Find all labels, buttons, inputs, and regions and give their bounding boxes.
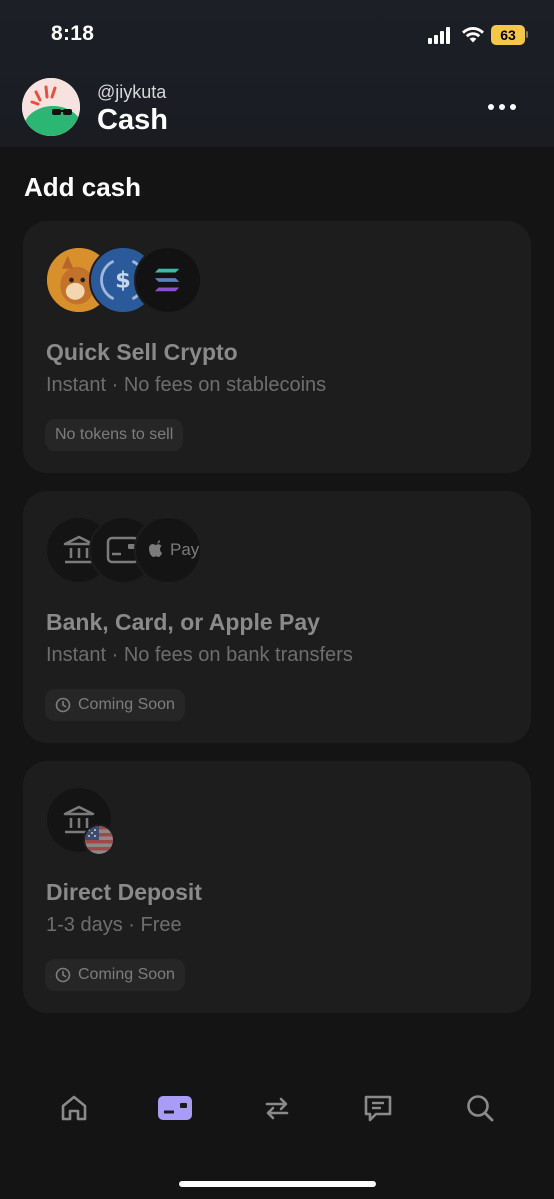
card-subtitle: Instant · No fees on stablecoins xyxy=(46,374,327,396)
tab-search[interactable] xyxy=(460,1088,500,1128)
status-badge-label: Coming Soon xyxy=(78,696,175,713)
battery-indicator: 63 xyxy=(491,25,525,45)
solana-icon xyxy=(134,246,202,314)
card-subtitle: Instant · No fees on bank transfers xyxy=(46,644,353,666)
us-flag-icon xyxy=(83,824,115,856)
apple-pay-label: Pay xyxy=(170,540,200,559)
page-title: Cash xyxy=(97,104,168,136)
section-title: Add cash xyxy=(24,172,142,202)
status-badge: Coming Soon xyxy=(45,959,185,991)
more-options-button[interactable] xyxy=(482,94,522,120)
status-badge-label: Coming Soon xyxy=(78,966,175,983)
search-icon xyxy=(467,1095,494,1122)
home-indicator[interactable] xyxy=(179,1181,376,1187)
tab-home[interactable] xyxy=(54,1088,94,1128)
username: @jiykuta xyxy=(97,82,167,102)
status-badge: No tokens to sell xyxy=(45,419,184,451)
battery-cap xyxy=(526,31,528,38)
quick-sell-crypto-card[interactable]: $ Quick Sell Crypto Instant · No fees on… xyxy=(23,221,531,473)
card-title: Quick Sell Crypto xyxy=(46,339,238,365)
tab-swap[interactable] xyxy=(257,1088,297,1128)
svg-text:$: $ xyxy=(115,268,131,294)
avatar-character-icon xyxy=(22,78,80,136)
tab-messages[interactable] xyxy=(358,1088,398,1128)
swap-icon xyxy=(265,1097,289,1120)
cellular-signal-icon xyxy=(428,27,454,44)
status-badge-label: No tokens to sell xyxy=(55,426,174,443)
status-time: 8:18 xyxy=(51,22,95,45)
clock-icon xyxy=(55,967,71,983)
card-title: Bank, Card, or Apple Pay xyxy=(46,609,320,635)
header-area: 8:18 63 @jiykuta Cash xyxy=(0,0,554,147)
card-subtitle: 1-3 days · Free xyxy=(46,914,182,936)
bottom-tab-bar xyxy=(0,1080,554,1140)
avatar[interactable] xyxy=(22,78,80,136)
clock-icon xyxy=(55,697,71,713)
apple-pay-icon: Pay xyxy=(134,516,202,584)
wifi-icon xyxy=(462,27,484,43)
status-bar: 8:18 63 xyxy=(0,0,554,66)
status-badge: Coming Soon xyxy=(45,689,185,721)
cash-icon xyxy=(158,1096,192,1120)
chat-icon xyxy=(364,1095,392,1122)
tab-cash[interactable] xyxy=(155,1088,195,1128)
home-icon xyxy=(61,1095,87,1121)
bank-card-apple-pay-card[interactable]: Pay Bank, Card, or Apple Pay Instant · N… xyxy=(23,491,531,743)
card-title: Direct Deposit xyxy=(46,879,202,905)
direct-deposit-card[interactable]: Direct Deposit 1-3 days · Free Coming So… xyxy=(23,761,531,1013)
